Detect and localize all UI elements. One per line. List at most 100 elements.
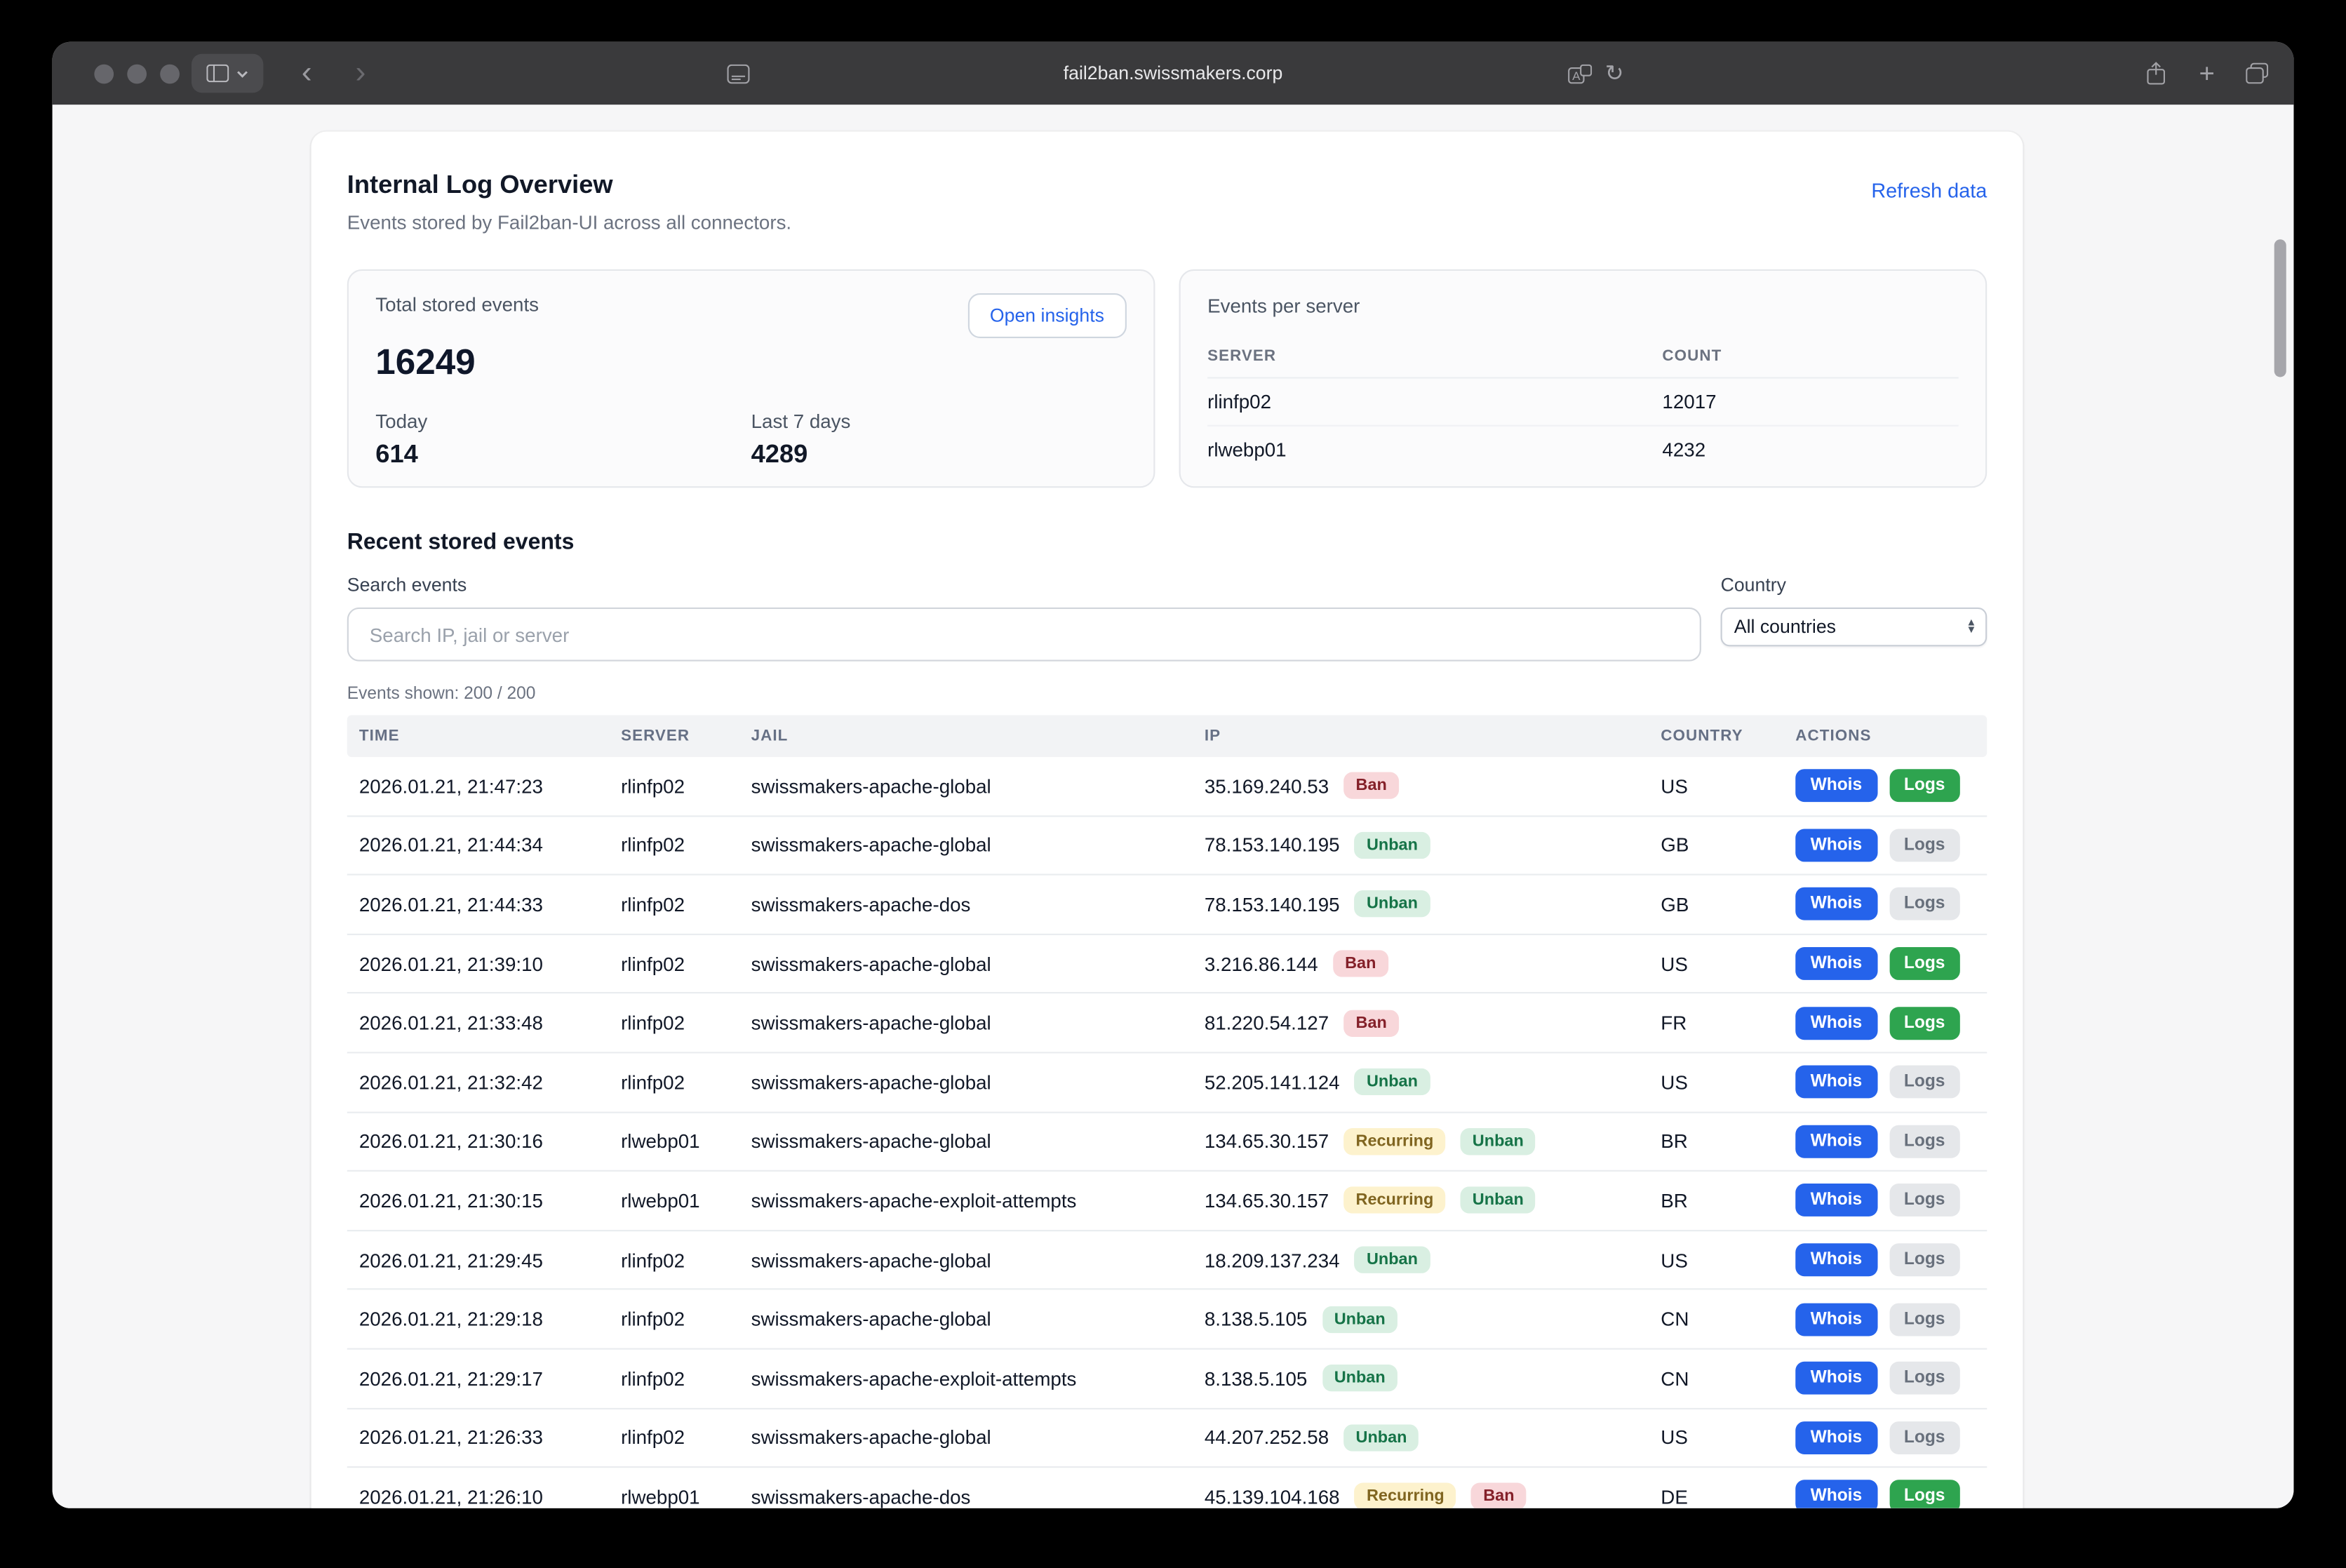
logs-button[interactable]: Logs (1889, 1480, 1960, 1508)
event-ip-cell: 35.169.240.53Ban (1193, 772, 1649, 799)
events-table-header: Time Server Jail IP Country Actions (347, 715, 1987, 757)
address-bar[interactable]: fail2ban.swissmakers.corp (1064, 42, 1283, 105)
logs-button[interactable]: Logs (1889, 1362, 1960, 1395)
event-country: BR (1649, 1130, 1783, 1153)
whois-button[interactable]: Whois (1795, 1066, 1877, 1099)
logs-button[interactable]: Logs (1889, 829, 1960, 862)
event-ip-cell: 8.138.5.105Unban (1193, 1306, 1649, 1332)
event-actions: Whois Logs (1783, 1184, 1987, 1217)
sidebar-toggle-button[interactable] (192, 54, 263, 93)
whois-button[interactable]: Whois (1795, 770, 1877, 803)
new-tab-icon[interactable]: + (2192, 42, 2222, 105)
country-select[interactable]: All countries ▲▼ (1721, 608, 1988, 646)
event-server: rlinfp02 (609, 1012, 739, 1034)
zoom-window-button[interactable] (160, 64, 180, 83)
event-ip: 8.138.5.105 (1205, 1367, 1307, 1390)
event-ip: 44.207.252.58 (1205, 1426, 1329, 1449)
server-count: 12017 (1662, 379, 1958, 427)
per-server-rows: rlinfp0212017rlwebp014232 (1207, 379, 1959, 473)
close-window-button[interactable] (94, 64, 114, 83)
event-actions: Whois Logs (1783, 1066, 1987, 1099)
logs-button[interactable]: Logs (1889, 1007, 1960, 1040)
unban-badge: Unban (1322, 1365, 1397, 1392)
open-insights-button[interactable]: Open insights (967, 293, 1127, 338)
event-country: CN (1649, 1308, 1783, 1330)
today-label: Today (375, 410, 751, 432)
tab-overview-icon[interactable] (2240, 42, 2273, 105)
event-country: GB (1649, 893, 1783, 916)
event-ip-cell: 44.207.252.58Unban (1193, 1424, 1649, 1451)
event-actions: Whois Logs (1783, 770, 1987, 803)
event-server: rlwebp01 (609, 1189, 739, 1212)
recurring-badge: Recurring (1355, 1483, 1456, 1508)
ban-badge: Ban (1343, 772, 1398, 799)
logs-button[interactable]: Logs (1889, 1066, 1960, 1099)
event-time: 2026.01.21, 21:30:16 (347, 1130, 609, 1153)
event-actions: Whois Logs (1783, 1125, 1987, 1158)
table-row: 2026.01.21, 21:33:48rlinfp02swissmakers-… (347, 994, 1987, 1053)
minimize-window-button[interactable] (127, 64, 147, 83)
event-server: rlwebp01 (609, 1130, 739, 1153)
whois-button[interactable]: Whois (1795, 1243, 1877, 1276)
whois-button[interactable]: Whois (1795, 1362, 1877, 1395)
event-time: 2026.01.21, 21:44:33 (347, 893, 609, 916)
page-title: Internal Log Overview (347, 170, 791, 201)
event-ip: 8.138.5.105 (1205, 1308, 1307, 1330)
event-ip: 81.220.54.127 (1205, 1012, 1329, 1034)
whois-button[interactable]: Whois (1795, 888, 1877, 921)
event-server: rlinfp02 (609, 1367, 739, 1390)
ban-badge: Ban (1471, 1483, 1526, 1508)
col-ip: IP (1193, 727, 1649, 745)
col-time: Time (347, 727, 609, 745)
table-row: 2026.01.21, 21:26:10rlwebp01swissmakers-… (347, 1468, 1987, 1508)
event-jail: swissmakers-apache-global (739, 1130, 1193, 1153)
search-input[interactable] (347, 608, 1701, 662)
page-format-icon[interactable] (723, 42, 753, 105)
whois-button[interactable]: Whois (1795, 829, 1877, 862)
whois-button[interactable]: Whois (1795, 1125, 1877, 1158)
event-jail: swissmakers-apache-global (739, 1426, 1193, 1449)
event-ip-cell: 8.138.5.105 Unban (1193, 1365, 1649, 1392)
back-button[interactable]: ‹ (292, 42, 322, 105)
scrollbar-thumb[interactable] (2274, 239, 2286, 377)
logs-button[interactable]: Logs (1889, 1421, 1960, 1454)
whois-button[interactable]: Whois (1795, 1303, 1877, 1336)
logs-button[interactable]: Logs (1889, 770, 1960, 803)
logs-button[interactable]: Logs (1889, 1303, 1960, 1336)
table-row: 2026.01.21, 21:29:17rlinfp02swissmakers-… (347, 1350, 1987, 1409)
forward-button[interactable]: › (346, 42, 376, 105)
share-icon[interactable] (2141, 42, 2171, 105)
logs-button[interactable]: Logs (1889, 1125, 1960, 1158)
whois-button[interactable]: Whois (1795, 1421, 1877, 1454)
per-server-title: Events per server (1207, 295, 1360, 317)
event-jail: swissmakers-apache-global (739, 834, 1193, 857)
logs-button[interactable]: Logs (1889, 1243, 1960, 1276)
event-server: rlinfp02 (609, 1426, 739, 1449)
reload-icon[interactable]: ↻ (1600, 42, 1630, 105)
events-table-body: 2026.01.21, 21:47:23rlinfp02swissmakers-… (347, 757, 1987, 1508)
whois-button[interactable]: Whois (1795, 1184, 1877, 1217)
recurring-badge: Recurring (1343, 1128, 1445, 1155)
refresh-data-link[interactable]: Refresh data (1871, 180, 1987, 202)
logs-button[interactable]: Logs (1889, 947, 1960, 980)
whois-button[interactable]: Whois (1795, 947, 1877, 980)
table-row: 2026.01.21, 21:32:42rlinfp02swissmakers-… (347, 1053, 1987, 1112)
event-country: US (1649, 775, 1783, 797)
whois-button[interactable]: Whois (1795, 1007, 1877, 1040)
logs-button[interactable]: Logs (1889, 1184, 1960, 1217)
event-ip-cell: 81.220.54.127Ban (1193, 1010, 1649, 1036)
event-server: rlinfp02 (609, 893, 739, 916)
event-actions: Whois Logs (1783, 1421, 1987, 1454)
event-time: 2026.01.21, 21:29:18 (347, 1308, 609, 1330)
event-server: rlinfp02 (609, 1249, 739, 1271)
translate-icon[interactable]: A (1565, 42, 1595, 105)
event-ip-cell: 78.153.140.195Unban (1193, 891, 1649, 918)
whois-button[interactable]: Whois (1795, 1480, 1877, 1508)
event-country: US (1649, 1071, 1783, 1094)
event-ip: 3.216.86.144 (1205, 953, 1318, 975)
browser-window: ‹ › fail2ban.swissmakers.corp A ↻ (53, 42, 2294, 1508)
logs-button[interactable]: Logs (1889, 888, 1960, 921)
event-server: rlinfp02 (609, 953, 739, 975)
event-actions: Whois Logs (1783, 829, 1987, 862)
total-events-card: Total stored events Open insights 16249 … (347, 269, 1155, 488)
